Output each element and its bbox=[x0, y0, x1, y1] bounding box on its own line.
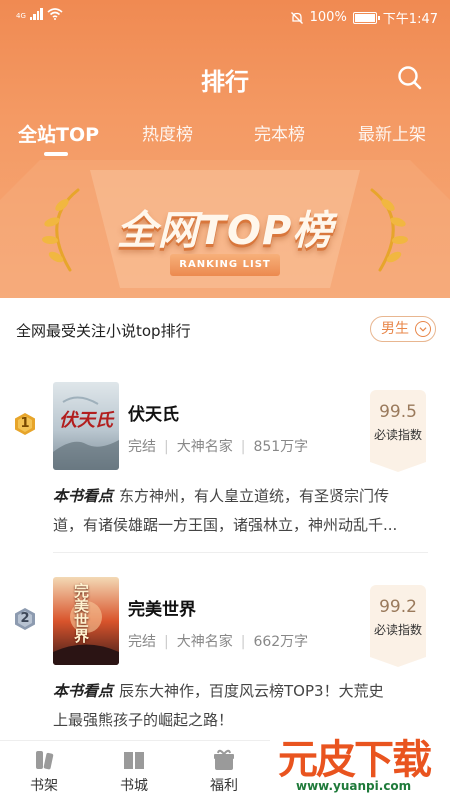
nav-label: 书城 bbox=[120, 778, 148, 794]
score-value: 99.5 bbox=[379, 402, 417, 422]
nav-welfare[interactable]: 福利 bbox=[194, 747, 254, 795]
highlight-label: 本书看点 bbox=[53, 487, 114, 505]
chevron-down-icon bbox=[415, 321, 431, 337]
cover-title: 完美世界 bbox=[72, 583, 90, 643]
blurb-line-1: 辰东大神作，百度风云榜TOP3！大荒史 bbox=[119, 682, 384, 700]
score-badge: 99.5 必读指数 bbox=[370, 390, 426, 472]
book-meta: 完结 | 大神名家 | 851万字 bbox=[128, 439, 309, 455]
score-label: 必读指数 bbox=[373, 428, 422, 442]
tab-completed[interactable]: 完本榜 bbox=[254, 120, 305, 145]
book-blurb: 本书看点 东方神州，有人皇立道统，有圣贤宗门传 道，有诸侯雄踞一方王国，诸强林立，… bbox=[53, 482, 428, 540]
status-bar: 4G 100% 下午1:47 bbox=[0, 0, 450, 32]
score-badge: 99.2 必读指数 bbox=[370, 585, 426, 667]
tab-indicator bbox=[44, 152, 68, 156]
book-cover[interactable]: 完美世界 bbox=[53, 577, 119, 665]
gift-icon bbox=[214, 749, 234, 770]
wifi-icon bbox=[47, 8, 63, 20]
nav-bookstore[interactable]: 书城 bbox=[104, 747, 164, 795]
book-meta: 完结 | 大神名家 | 662万字 bbox=[128, 634, 309, 650]
book-word-count: 662万字 bbox=[253, 634, 309, 650]
blurb-line-1: 东方神州，有人皇立道统，有圣贤宗门传 bbox=[119, 487, 390, 505]
book-icon bbox=[124, 752, 144, 769]
list-header: 全网最受关注小说top排行 男生 bbox=[0, 298, 450, 364]
clock: 下午1:47 bbox=[382, 12, 438, 27]
rank-tabs: 全站TOP 热度榜 完本榜 最新上架 bbox=[0, 120, 450, 160]
page-title: 排行 bbox=[201, 68, 249, 96]
signal-icon bbox=[29, 8, 43, 20]
rank-number: 1 bbox=[20, 416, 30, 431]
book-status: 完结 bbox=[128, 634, 156, 650]
nav-label: 福利 bbox=[210, 778, 238, 794]
book-word-count: 851万字 bbox=[253, 439, 309, 455]
status-right: 100% 下午1:47 bbox=[290, 8, 438, 27]
tab-all-top[interactable]: 全站TOP bbox=[18, 120, 99, 147]
network-type: 4G bbox=[16, 12, 26, 20]
tab-new[interactable]: 最新上架 bbox=[358, 120, 426, 145]
bookshelf-icon bbox=[36, 751, 54, 770]
banner-title: 全网TOP榜 bbox=[116, 208, 334, 254]
book-item[interactable]: 1 伏天氏 伏天氏 完结 | 大神名家 | 851万字 99.5 必读指数 本书看点 东方… bbox=[0, 364, 450, 559]
score-value: 99.2 bbox=[379, 597, 417, 617]
nav-label: 书架 bbox=[30, 778, 58, 794]
battery-percent: 100% bbox=[309, 10, 347, 25]
book-cover[interactable]: 伏天氏 bbox=[53, 382, 119, 470]
list-title: 全网最受关注小说top排行 bbox=[16, 322, 191, 340]
nav-bookshelf[interactable]: 书架 bbox=[14, 747, 74, 795]
highlight-label: 本书看点 bbox=[53, 682, 114, 700]
search-icon[interactable] bbox=[396, 64, 424, 92]
status-left: 4G bbox=[16, 8, 63, 20]
gender-filter-label: 男生 bbox=[381, 321, 409, 337]
book-status: 完结 bbox=[128, 439, 156, 455]
battery-icon bbox=[352, 11, 380, 24]
book-title[interactable]: 伏天氏 bbox=[128, 400, 179, 425]
blurb-line-2: 道，有诸侯雄踞一方王国，诸强林立，神州动乱千... bbox=[53, 516, 398, 534]
divider bbox=[53, 552, 428, 553]
banner-ribbon: RANKING LIST bbox=[170, 254, 280, 276]
book-author: 大神名家 bbox=[176, 634, 233, 650]
cover-title: 伏天氏 bbox=[59, 410, 113, 431]
score-label: 必读指数 bbox=[373, 623, 422, 637]
tab-hot[interactable]: 热度榜 bbox=[142, 120, 193, 145]
watermark-title: 元皮下载 bbox=[278, 737, 432, 783]
book-author: 大神名家 bbox=[176, 439, 233, 455]
mute-bell-icon bbox=[290, 11, 303, 24]
ranking-banner: 全网TOP榜 RANKING LIST bbox=[0, 160, 450, 298]
gender-filter-button[interactable]: 男生 bbox=[370, 316, 436, 342]
watermark-url: www.yuanpi.com bbox=[296, 779, 412, 793]
book-item[interactable]: 2 完美世界 完美世界 完结 | 大神名家 | 662万字 99.2 必读指数 本书看点… bbox=[0, 559, 450, 754]
watermark-logo: 元皮下载 www.yuanpi.com bbox=[270, 727, 450, 800]
rank-number: 2 bbox=[20, 611, 30, 626]
top-header: 4G 100% 下午1:47 排行 全站TOP 热度榜 完本榜 最新上架 全网T… bbox=[0, 0, 450, 298]
book-title[interactable]: 完美世界 bbox=[128, 595, 196, 620]
